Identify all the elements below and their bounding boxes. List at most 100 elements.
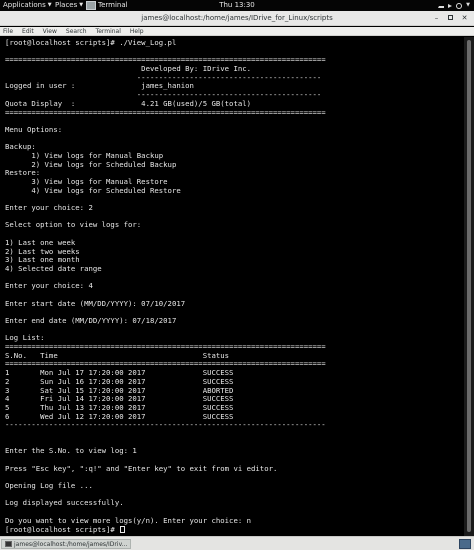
terminal-line-text: Enter end date (MM/DD/YYYY): 07/18/2017 xyxy=(5,316,177,325)
terminal-line: Log displayed successfully. xyxy=(5,499,464,508)
terminal-line: ========================================… xyxy=(5,107,464,118)
terminal-line: Menu Options: xyxy=(5,124,464,135)
terminal-app-menu[interactable]: Terminal xyxy=(86,0,128,11)
terminal-line-text: Quota Display : 4.21 GB(used)/5 GB(total… xyxy=(5,98,252,108)
terminal-line: [root@localhost scripts]# ./View_Log.pl xyxy=(5,38,464,48)
scrollbar-thumb[interactable] xyxy=(467,40,471,532)
terminal-line-text: ========================================… xyxy=(5,359,326,369)
maximize-button[interactable] xyxy=(445,13,456,24)
terminal-line: Enter end date (MM/DD/YYYY): 07/18/2017 xyxy=(5,316,464,326)
window-title: james@localhost:/home/james/IDrive_for_L… xyxy=(141,14,333,22)
terminal-line-text: 3) Last one month xyxy=(5,255,80,265)
menu-edit[interactable]: Edit xyxy=(21,27,35,35)
menu-terminal[interactable]: Terminal xyxy=(95,27,122,35)
minimize-button[interactable]: – xyxy=(431,13,442,24)
terminal-line-text: ========================================… xyxy=(5,107,326,117)
terminal-line-text: 1 Mon Jul 17 17:20:00 2017 SUCCESS xyxy=(5,368,234,378)
terminal-line: Select option to view logs for: xyxy=(5,221,464,230)
applications-menu[interactable]: Applications ▼ xyxy=(3,0,52,11)
chevron-down-icon: ▼ xyxy=(466,2,470,8)
terminal-line-text: 4) Selected date range xyxy=(5,263,102,273)
terminal-line-text: 3 Sat Jul 15 17:20:00 2017 ABORTED xyxy=(5,385,234,395)
terminal-line: Enter the S.No. to view log: 1 xyxy=(5,446,464,456)
terminal-line-text: Restore: xyxy=(5,168,41,178)
terminal-line-text: Enter start date (MM/DD/YYYY): 07/10/201… xyxy=(5,298,186,308)
bottom-taskbar: james@localhost:/home/james/IDriv... xyxy=(0,536,474,550)
terminal-line-text: S.No. Time Status xyxy=(5,350,230,360)
chevron-down-icon: ▼ xyxy=(47,2,52,8)
terminal-output[interactable]: [root@localhost scripts]# ./View_Log.pl =… xyxy=(0,37,464,536)
terminal-line-text: Menu Options: xyxy=(5,124,63,134)
volume-icon xyxy=(448,3,453,8)
terminal-line-text: Enter your choice: 2 xyxy=(5,203,93,213)
menu-help[interactable]: Help xyxy=(129,27,145,35)
terminal-line-text: Enter your choice: 4 xyxy=(5,281,93,291)
terminal-line-text: [root@localhost scripts]# xyxy=(5,524,120,534)
places-label: Places xyxy=(55,1,78,9)
terminal-line-text: 2 Sun Jul 16 17:20:00 2017 SUCCESS xyxy=(5,376,234,386)
scrollbar[interactable] xyxy=(464,37,474,536)
window-titlebar[interactable]: james@localhost:/home/james/IDrive_for_L… xyxy=(0,11,474,26)
terminal-line-text: Enter the S.No. to view log: 1 xyxy=(5,446,137,456)
taskbar-window-button[interactable]: james@localhost:/home/james/IDriv... xyxy=(1,539,132,549)
network-icon xyxy=(438,4,445,8)
terminal-line: Enter your choice: 4 xyxy=(5,281,464,291)
terminal-line-text: Developed By: IDrive Inc. xyxy=(5,64,252,74)
menu-view[interactable]: View xyxy=(42,27,58,35)
power-icon xyxy=(456,2,463,9)
terminal-line-text: Press "Esc key", ":q!" and "Enter key" t… xyxy=(5,463,278,473)
taskbar-window-label: james@localhost:/home/james/IDriv... xyxy=(14,540,128,548)
terminal-line-text: 5 Thu Jul 13 17:20:00 2017 SUCCESS xyxy=(5,402,234,412)
system-status-menu[interactable]: ▼ xyxy=(438,0,470,11)
terminal-line-text: ========================================… xyxy=(5,342,326,352)
terminal-line-text: 1) View logs for Manual Backup xyxy=(5,150,164,160)
terminal-line-text: ----------------------------------------… xyxy=(5,420,326,430)
terminal-line-text: Select option to view logs for: xyxy=(5,220,142,230)
terminal-line-text: Backup: xyxy=(5,142,36,152)
terminal-line-text: 1) Last one week xyxy=(5,237,76,247)
terminal-line-text: ----------------------------------------… xyxy=(5,90,322,100)
terminal-line: 2) View logs for Scheduled Backup xyxy=(5,159,464,170)
places-menu[interactable]: Places ▼ xyxy=(55,0,83,11)
terminal-line: 4) Selected date range xyxy=(5,263,464,274)
terminal-line-text: 3) View logs for Manual Restore xyxy=(5,177,168,186)
terminal-line-text: 2) Last two weeks xyxy=(5,246,80,256)
terminal-line: Opening Log file ... xyxy=(5,481,464,491)
terminal-line-text: 6 Wed Jul 12 17:20:00 2017 SUCCESS xyxy=(5,411,234,421)
terminal-task-label: Terminal xyxy=(98,1,128,9)
terminal-line-text: ----------------------------------------… xyxy=(5,72,322,82)
terminal-line: 4) View logs for Scheduled Restore xyxy=(5,185,464,196)
terminal-line-text: [root@localhost scripts]# ./View_Log.pl xyxy=(5,38,177,47)
terminal-line: ----------------------------------------… xyxy=(5,420,464,430)
terminal-line: Enter start date (MM/DD/YYYY): 07/10/201… xyxy=(5,298,464,309)
terminal-line-text: 4) View logs for Scheduled Restore xyxy=(5,185,181,195)
terminal-line: Press "Esc key", ":q!" and "Enter key" t… xyxy=(5,463,464,474)
terminal-line-text: Logged in user : james_hanion xyxy=(5,81,194,91)
chevron-down-icon: ▼ xyxy=(79,2,84,8)
clock[interactable]: Thu 13:30 xyxy=(219,1,255,9)
terminal-cursor xyxy=(120,525,126,533)
terminal-line-text: Log displayed successfully. xyxy=(5,498,124,508)
terminal-line-text: Log List: xyxy=(5,333,45,343)
terminal-line-text: Do you want to view more logs(y/n). Ente… xyxy=(5,515,252,525)
applications-label: Applications xyxy=(3,1,46,9)
close-button[interactable]: ✕ xyxy=(459,13,470,24)
terminal-line-text: 4 Fri Jul 14 17:20:00 2017 SUCCESS xyxy=(5,394,234,404)
maximize-icon xyxy=(448,15,453,20)
menubar: File Edit View Search Terminal Help xyxy=(0,27,474,36)
menu-file[interactable]: File xyxy=(2,27,14,35)
terminal-line-text: 2) View logs for Scheduled Backup xyxy=(5,159,177,169)
terminal-icon xyxy=(5,541,12,547)
gnome-top-bar: Applications ▼ Places ▼ Terminal Thu 13:30… xyxy=(0,0,474,11)
terminal-line: Enter your choice: 2 xyxy=(5,203,464,213)
menu-search[interactable]: Search xyxy=(65,27,88,35)
workspace-switcher[interactable] xyxy=(459,539,471,549)
terminal-icon xyxy=(86,1,96,10)
terminal-line: [root@localhost scripts]# xyxy=(5,524,464,535)
terminal-line-text: ========================================… xyxy=(5,55,326,65)
terminal-line-text: Opening Log file ... xyxy=(5,481,93,491)
